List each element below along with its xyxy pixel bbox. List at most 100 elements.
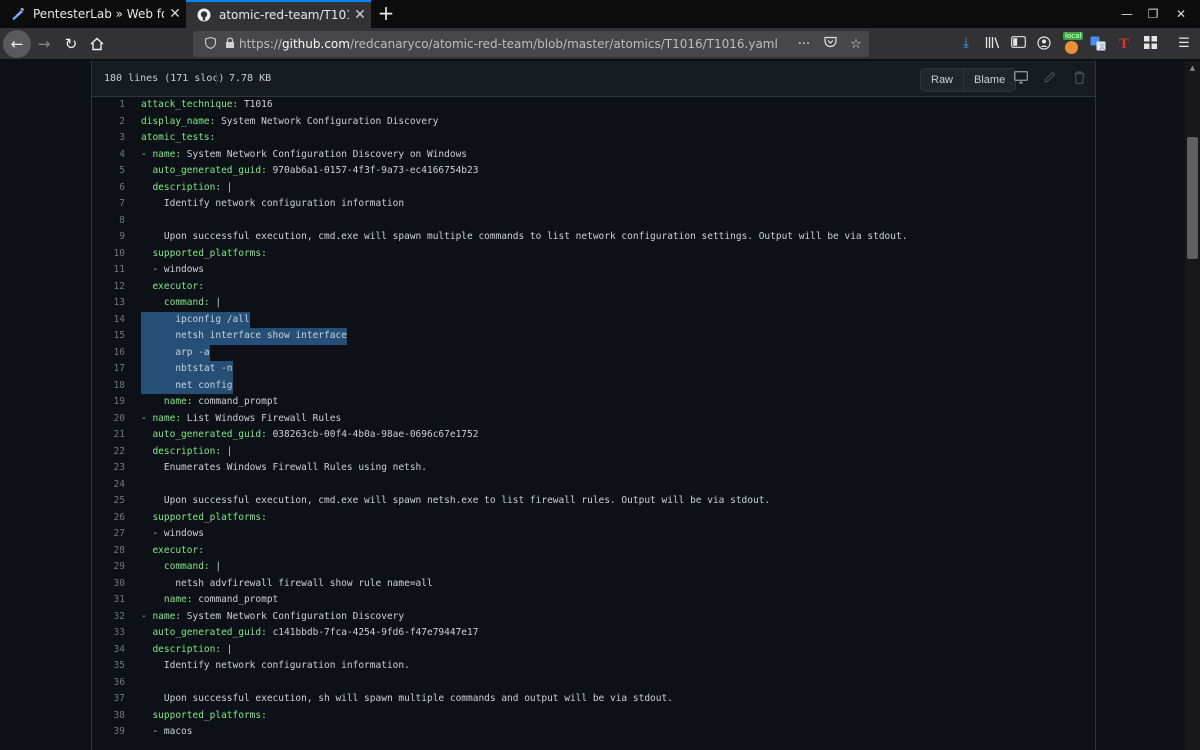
- code-line: 12 executor:: [92, 279, 1095, 296]
- line-number[interactable]: 9: [92, 229, 125, 246]
- blame-button[interactable]: Blame: [963, 69, 1016, 91]
- yaml-key: command:: [141, 561, 210, 572]
- line-number[interactable]: 30: [92, 576, 125, 593]
- yaml-value: Upon successful execution, cmd.exe will …: [141, 495, 771, 506]
- code-line: 35 Identify network configuration inform…: [92, 658, 1095, 675]
- bookmark-star-icon[interactable]: ☆: [843, 37, 869, 52]
- line-number[interactable]: 12: [92, 279, 125, 296]
- extension-badge: local: [1063, 32, 1084, 40]
- line-number[interactable]: 14: [92, 312, 125, 329]
- trash-icon[interactable]: [1071, 71, 1087, 87]
- line-number[interactable]: 29: [92, 559, 125, 576]
- code-line: 13 command: |: [92, 295, 1095, 312]
- raw-button[interactable]: Raw: [921, 69, 964, 91]
- download-icon[interactable]: ⤓: [957, 36, 975, 52]
- scrollbar-thumb[interactable]: [1187, 137, 1198, 259]
- extension-t-icon[interactable]: T: [1115, 36, 1133, 52]
- line-number[interactable]: 34: [92, 642, 125, 659]
- line-number[interactable]: 2: [92, 114, 125, 131]
- extension-local-icon[interactable]: local: [1062, 32, 1084, 56]
- shield-icon[interactable]: [199, 36, 221, 52]
- address-bar[interactable]: https://github.com/redcanaryco/atomic-re…: [193, 31, 869, 57]
- line-number[interactable]: 1: [92, 97, 125, 114]
- line-number[interactable]: 31: [92, 592, 125, 609]
- yaml-value: - windows: [141, 528, 204, 539]
- yaml-value: Upon successful execution, sh will spawn…: [141, 693, 673, 704]
- code-line: 6 description: |: [92, 180, 1095, 197]
- line-number[interactable]: 22: [92, 444, 125, 461]
- yaml-value: Upon successful execution, cmd.exe will …: [141, 231, 908, 242]
- line-number[interactable]: 16: [92, 345, 125, 362]
- tab-pentesterlab[interactable]: PentesterLab » Web for Pentester ✕: [0, 0, 186, 28]
- line-number[interactable]: 33: [92, 625, 125, 642]
- line-number[interactable]: 18: [92, 378, 125, 395]
- line-number[interactable]: 4: [92, 147, 125, 164]
- line-number[interactable]: 26: [92, 510, 125, 527]
- line-number[interactable]: 3: [92, 130, 125, 147]
- yaml-key: - name:: [141, 610, 182, 622]
- line-number[interactable]: 32: [92, 609, 125, 626]
- line-number[interactable]: 17: [92, 361, 125, 378]
- line-number[interactable]: 24: [92, 477, 125, 494]
- scroll-up-icon[interactable]: ▲: [1185, 61, 1200, 75]
- reload-button[interactable]: ↻: [58, 31, 84, 57]
- pencil-icon[interactable]: [1042, 71, 1058, 87]
- line-content: - name: System Network Configuration Dis…: [141, 609, 404, 626]
- code-line: 34 description: |: [92, 642, 1095, 659]
- line-number[interactable]: 8: [92, 213, 125, 230]
- code-line: 38 supported_platforms:: [92, 708, 1095, 725]
- new-tab-icon[interactable]: +: [374, 0, 398, 28]
- line-number[interactable]: 13: [92, 295, 125, 312]
- window-close-icon[interactable]: ✕: [1158, 0, 1200, 28]
- code-line: 15 netsh interface show interface: [92, 328, 1095, 345]
- forward-button[interactable]: →: [31, 31, 57, 57]
- tab-github-file[interactable]: atomic-red-team/T1016.yaml at master ✕: [186, 0, 371, 28]
- line-number[interactable]: 21: [92, 427, 125, 444]
- back-button[interactable]: ←: [3, 30, 31, 58]
- line-number[interactable]: 23: [92, 460, 125, 477]
- yaml-value: System Network Configuration Discovery: [181, 610, 405, 622]
- code-line: 27 - windows: [92, 526, 1095, 543]
- close-icon[interactable]: ✕: [349, 7, 371, 23]
- more-actions-icon[interactable]: ···: [791, 37, 817, 52]
- home-button[interactable]: [84, 31, 110, 57]
- line-number[interactable]: 7: [92, 196, 125, 213]
- line-number[interactable]: 5: [92, 163, 125, 180]
- line-number[interactable]: 39: [92, 724, 125, 741]
- sidebar-icon[interactable]: [1009, 36, 1027, 52]
- account-icon[interactable]: [1035, 36, 1053, 52]
- line-number[interactable]: 36: [92, 675, 125, 692]
- line-number[interactable]: 38: [92, 708, 125, 725]
- reload-icon: ↻: [64, 35, 78, 53]
- line-number[interactable]: 35: [92, 658, 125, 675]
- line-number[interactable]: 27: [92, 526, 125, 543]
- close-icon[interactable]: ✕: [164, 6, 186, 22]
- code-listing[interactable]: 1 attack_technique: T1016 2 display_name: S…: [92, 97, 1095, 741]
- translate-icon[interactable]: 文: [1089, 36, 1107, 52]
- line-number[interactable]: 6: [92, 180, 125, 197]
- library-icon[interactable]: [983, 36, 1001, 52]
- line-number[interactable]: 20: [92, 411, 125, 428]
- desktop-icon[interactable]: [1013, 71, 1029, 87]
- line-number[interactable]: 28: [92, 543, 125, 560]
- yaml-value: System Network Configuration Discovery: [215, 115, 439, 127]
- extensions-grid-icon[interactable]: [1141, 36, 1159, 52]
- line-number[interactable]: 37: [92, 691, 125, 708]
- lock-icon[interactable]: [221, 37, 239, 51]
- url-text[interactable]: https://github.com/redcanaryco/atomic-re…: [239, 37, 791, 51]
- line-number[interactable]: 10: [92, 246, 125, 263]
- line-number[interactable]: 25: [92, 493, 125, 510]
- file-line-count: 180 lines (171 sloc): [104, 73, 225, 84]
- page-scrollbar[interactable]: ▲: [1185, 61, 1200, 750]
- menu-icon[interactable]: ☰: [1175, 36, 1193, 52]
- yaml-key: auto_generated_guid:: [141, 429, 267, 440]
- github-icon: [196, 7, 212, 23]
- line-number[interactable]: 11: [92, 262, 125, 279]
- pocket-icon[interactable]: [817, 36, 843, 52]
- svg-text:文: 文: [1099, 43, 1105, 51]
- line-number[interactable]: 19: [92, 394, 125, 411]
- line-content: - name: List Windows Firewall Rules: [141, 411, 341, 428]
- line-number[interactable]: 15: [92, 328, 125, 345]
- line-content: - windows: [141, 262, 203, 279]
- line-content: auto_generated_guid: 970ab6a1-0157-4f3f-…: [141, 163, 478, 180]
